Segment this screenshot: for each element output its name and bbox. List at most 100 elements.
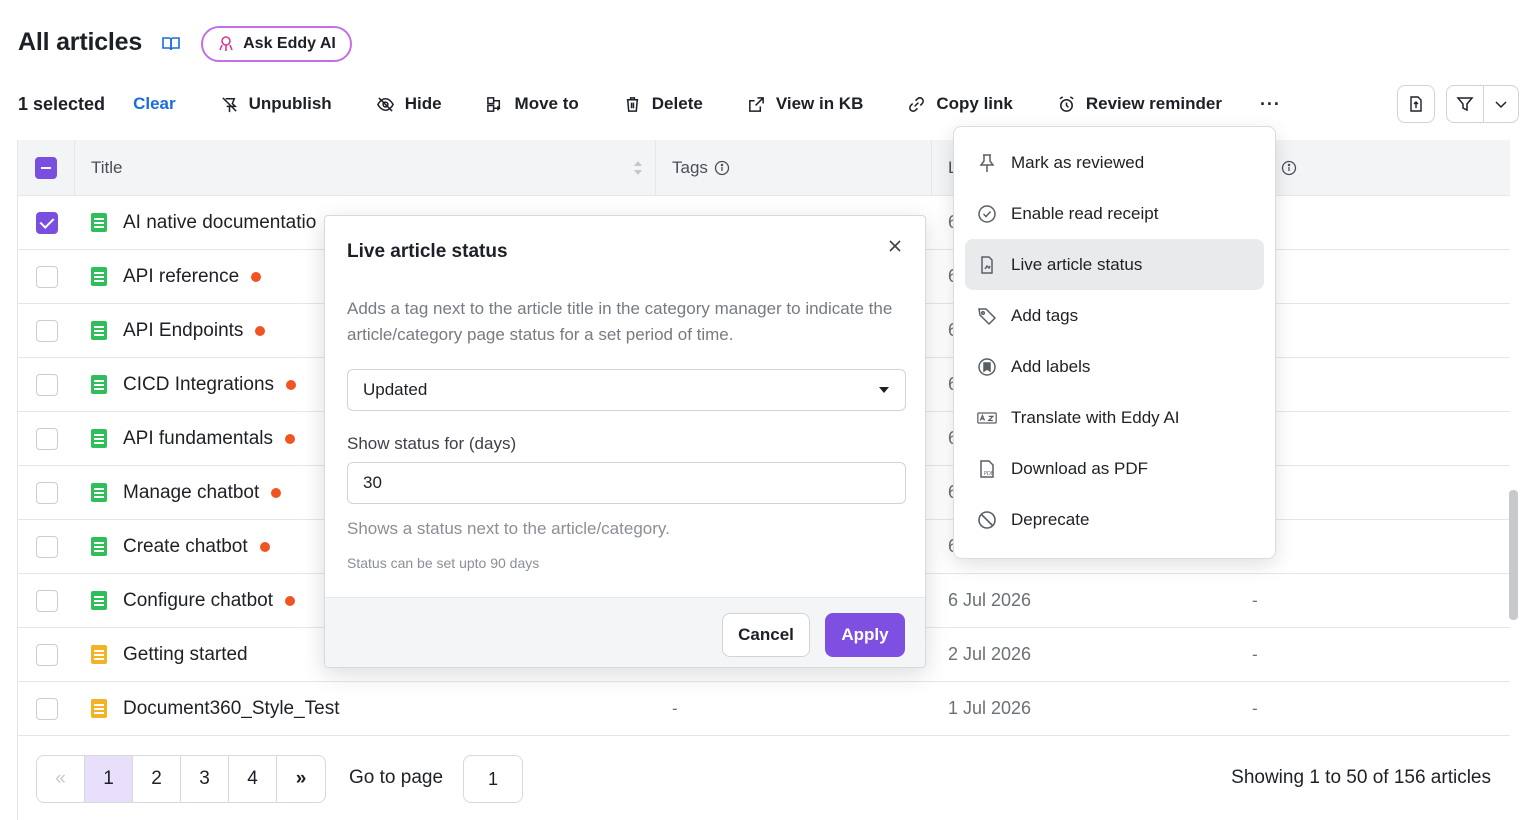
check-circle-icon bbox=[978, 204, 996, 223]
days-input[interactable]: 30 bbox=[347, 462, 906, 504]
menu-item-translate[interactable]: Translate with Eddy AI bbox=[965, 392, 1264, 443]
menu-item-deprecate[interactable]: Deprecate bbox=[965, 494, 1264, 545]
page-title: All articles bbox=[18, 28, 143, 56]
apply-button[interactable]: Apply bbox=[825, 613, 905, 657]
filter-button[interactable] bbox=[1446, 85, 1484, 123]
unpublished-dot bbox=[255, 325, 266, 336]
cancel-button[interactable]: Cancel bbox=[722, 613, 810, 657]
view-in-kb-button[interactable]: View in KB bbox=[747, 94, 863, 114]
label-cell: - bbox=[1252, 644, 1258, 664]
menu-item-add-tags[interactable]: Add tags bbox=[965, 290, 1264, 341]
column-title-label: Title bbox=[91, 157, 123, 177]
menu-item-mark-reviewed[interactable]: Mark as reviewed bbox=[965, 137, 1264, 188]
menu-item-live-status[interactable]: Live article status bbox=[965, 239, 1264, 290]
menu-item-label: Deprecate bbox=[1011, 509, 1090, 529]
ban-icon bbox=[978, 510, 996, 529]
more-actions-button[interactable]: ··· bbox=[1260, 94, 1281, 115]
article-title: CICD Integrations bbox=[123, 373, 275, 395]
delete-button[interactable]: Delete bbox=[623, 94, 703, 114]
menu-item-label: Translate with Eddy AI bbox=[1011, 407, 1180, 427]
trash-icon bbox=[626, 96, 638, 112]
article-icon bbox=[91, 483, 107, 502]
eye-off-icon bbox=[376, 96, 394, 112]
label-icon bbox=[978, 357, 996, 376]
clear-link[interactable]: Clear bbox=[133, 94, 176, 114]
move-to-button[interactable]: Move to bbox=[486, 94, 579, 114]
page-button[interactable]: 1 bbox=[85, 756, 133, 802]
info-icon[interactable] bbox=[1281, 160, 1297, 176]
unpublished-dot bbox=[271, 487, 282, 498]
menu-item-add-labels[interactable]: Add labels bbox=[965, 341, 1264, 392]
article-title: Document360_Style_Test bbox=[123, 697, 340, 719]
next-page-button[interactable]: » bbox=[277, 756, 325, 802]
hide-button[interactable]: Hide bbox=[376, 94, 442, 114]
page-button[interactable]: 4 bbox=[229, 756, 277, 802]
date-cell: 1 Jul 2026 bbox=[948, 698, 1032, 718]
column-label: bel bbox=[1236, 140, 1510, 196]
filter-dropdown-button[interactable] bbox=[1483, 85, 1519, 123]
status-select[interactable]: Updated bbox=[347, 369, 906, 411]
article-title: AI native documentatio bbox=[123, 211, 317, 233]
caret-down-icon bbox=[879, 387, 889, 393]
row-checkbox[interactable] bbox=[35, 535, 58, 558]
copy-link-button[interactable]: Copy link bbox=[907, 94, 1013, 114]
row-checkbox[interactable] bbox=[35, 211, 58, 234]
review-reminder-button[interactable]: Review reminder bbox=[1057, 94, 1222, 114]
date-cell: 2 Jul 2026 bbox=[948, 644, 1032, 664]
unpublished-dot bbox=[259, 541, 270, 552]
menu-item-read-receipt[interactable]: Enable read receipt bbox=[965, 188, 1264, 239]
alarm-clock-icon bbox=[1059, 95, 1074, 112]
delete-label: Delete bbox=[651, 94, 703, 113]
ask-eddy-ai-button[interactable]: Ask Eddy AI bbox=[201, 26, 352, 62]
article-icon bbox=[91, 537, 107, 556]
article-title-cell[interactable]: Document360_Style_Test bbox=[75, 698, 656, 720]
table-row[interactable]: Document360_Style_Test - 1 Jul 2026 - bbox=[18, 682, 1510, 736]
info-icon[interactable] bbox=[714, 160, 730, 176]
article-title: Create chatbot bbox=[123, 535, 248, 557]
article-icon bbox=[91, 213, 107, 232]
days-label: Show status for (days) bbox=[347, 434, 517, 453]
article-title: Getting started bbox=[123, 643, 248, 665]
pin-icon bbox=[979, 153, 995, 172]
scrollbar[interactable] bbox=[1509, 490, 1518, 620]
export-button[interactable] bbox=[1397, 85, 1435, 123]
row-checkbox[interactable] bbox=[35, 265, 58, 288]
row-checkbox[interactable] bbox=[35, 373, 58, 396]
page-button[interactable]: 2 bbox=[133, 756, 181, 802]
table-header: Title Tags L bel bbox=[18, 139, 1510, 196]
book-icon[interactable] bbox=[161, 34, 181, 54]
unpublished-dot bbox=[251, 271, 262, 282]
unpublish-icon bbox=[221, 96, 237, 112]
row-checkbox[interactable] bbox=[35, 697, 58, 720]
showing-count: Showing 1 to 50 of 156 articles bbox=[1231, 767, 1491, 788]
status-hint: Shows a status next to the article/categ… bbox=[347, 519, 670, 538]
sort-icon[interactable] bbox=[633, 159, 643, 177]
first-page-button[interactable]: « bbox=[37, 756, 85, 802]
go-to-page-input[interactable]: 1 bbox=[463, 755, 523, 803]
row-checkbox[interactable] bbox=[35, 589, 58, 612]
dialog-footer: Cancel Apply bbox=[325, 597, 925, 667]
article-title: API fundamentals bbox=[123, 427, 273, 449]
column-tags: Tags bbox=[656, 139, 932, 196]
pdf-icon: PDF bbox=[980, 459, 994, 478]
row-checkbox[interactable] bbox=[35, 319, 58, 342]
select-all-checkbox[interactable] bbox=[35, 156, 57, 179]
article-title: API Endpoints bbox=[123, 319, 244, 341]
pagination: « 1 2 3 4 » Go to page 1 Showing 1 to 50… bbox=[17, 736, 1510, 820]
status-limit-hint: Status can be set upto 90 days bbox=[347, 555, 540, 571]
dialog-description: Adds a tag next to the article title in … bbox=[347, 299, 893, 344]
unpublish-button[interactable]: Unpublish bbox=[220, 94, 332, 114]
copy-link-label: Copy link bbox=[936, 94, 1013, 113]
close-icon[interactable] bbox=[887, 238, 903, 254]
unpublish-label: Unpublish bbox=[248, 94, 332, 113]
row-checkbox[interactable] bbox=[35, 481, 58, 504]
column-title[interactable]: Title bbox=[75, 139, 656, 196]
review-reminder-label: Review reminder bbox=[1085, 94, 1222, 113]
ask-eddy-ai-label: Ask Eddy AI bbox=[243, 35, 336, 52]
row-checkbox[interactable] bbox=[35, 643, 58, 666]
selected-count: 1 selected bbox=[18, 93, 106, 114]
menu-item-download-pdf[interactable]: PDF Download as PDF bbox=[965, 443, 1264, 494]
row-checkbox[interactable] bbox=[35, 427, 58, 450]
page-button[interactable]: 3 bbox=[181, 756, 229, 802]
unpublished-dot bbox=[285, 595, 295, 606]
